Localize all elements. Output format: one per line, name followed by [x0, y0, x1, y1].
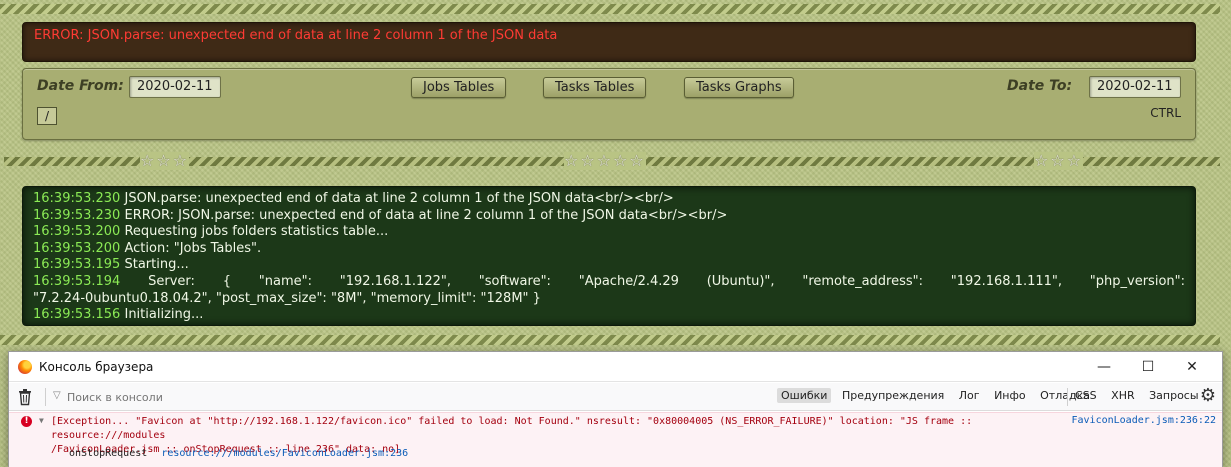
date-to-label: Date To: [1007, 78, 1073, 94]
tasks-tables-button[interactable]: Tasks Tables [543, 77, 647, 98]
date-from-input[interactable]: 2020-02-11 [129, 76, 221, 98]
filter-log[interactable]: Лог [955, 388, 984, 403]
log-text: Server: { "name": "192.168.1.122", "soft… [148, 273, 1185, 289]
console-error-message[interactable]: ! ▼ [Exception... "Favicon at "http://19… [9, 412, 1222, 467]
console-toolbar: ▽ Ошибки Предупреждения Лог Инфо Отладка… [9, 383, 1222, 411]
log-text: "7.2.24-0ubuntu0.18.04.2", "post_max_siz… [33, 290, 541, 306]
filter-requests[interactable]: Запросы [1145, 388, 1202, 403]
filter-info[interactable]: Инфо [990, 388, 1030, 403]
stack-source-link[interactable]: resource:///modules/FaviconLoader.jsm:23… [161, 448, 408, 459]
tasks-graphs-button[interactable]: Tasks Graphs [684, 77, 794, 98]
error-source-link[interactable]: FaviconLoader.jsm:236:22 [1072, 415, 1217, 426]
log-timestamp: 16:39:53.230 [33, 207, 121, 223]
log-level-filters: Ошибки Предупреждения Лог Инфо Отладка [777, 388, 1097, 403]
expand-triangle-icon[interactable]: ▼ [39, 416, 44, 425]
top-decor-strip [0, 4, 1220, 14]
log-line: 16:39:53.200 Requesting jobs folders sta… [33, 224, 1185, 241]
log-line-server-cont: "7.2.24-0ubuntu0.18.04.2", "post_max_siz… [33, 291, 1185, 308]
error-icon: ! [21, 416, 32, 427]
stack-frame: onStopRequest resource:///modules/Favico… [69, 447, 408, 461]
log-timestamp: 16:39:53.156 [33, 307, 121, 323]
request-filters: CSS XHR Запросы [1071, 388, 1206, 403]
close-button[interactable]: ✕ [1170, 352, 1214, 382]
log-timestamp: 16:39:53.200 [33, 224, 121, 240]
filter-errors[interactable]: Ошибки [777, 388, 832, 403]
log-timestamp: 16:39:53.200 [33, 240, 121, 256]
stack-function-name: onStopRequest [69, 448, 148, 459]
log-panel: 16:39:53.230 JSON.parse: unexpected end … [22, 186, 1196, 326]
log-line: 16:39:53.200 Action: "Jobs Tables". [33, 241, 1185, 258]
log-text: Initializing... [124, 307, 204, 323]
log-line: 16:39:53.156 Initializing... [33, 307, 1185, 324]
log-timestamp: 16:39:53.195 [33, 257, 121, 273]
log-text: Requesting jobs folders statistics table… [124, 224, 389, 240]
log-timestamp: 16:39:53.230 [33, 191, 121, 206]
jobs-tables-button[interactable]: Jobs Tables [411, 77, 507, 98]
stars-center: ☆☆☆☆☆ [564, 151, 646, 170]
console-titlebar: Консоль браузера — ☐ ✕ [9, 352, 1222, 382]
toolbar-divider [1067, 388, 1068, 406]
ctrl-label: CTRL [1150, 106, 1181, 120]
date-from-label: Date From: [37, 78, 124, 94]
log-text: JSON.parse: unexpected end of data at li… [124, 191, 674, 206]
control-panel: Date From: 2020-02-11 Jobs Tables Tasks … [22, 68, 1196, 140]
gear-icon[interactable]: ⚙ [1200, 385, 1216, 406]
date-to-input[interactable]: 2020-02-11 [1089, 76, 1181, 98]
log-line: 16:39:53.230 ERROR: JSON.parse: unexpect… [33, 208, 1185, 225]
slash-toggle[interactable]: / [37, 107, 57, 125]
filter-css[interactable]: CSS [1071, 388, 1101, 403]
minimize-button[interactable]: — [1082, 352, 1126, 382]
browser-console-window: Консоль браузера — ☐ ✕ ▽ Ошибки Предупре… [8, 351, 1223, 467]
stars-right: ☆☆☆ [1034, 151, 1084, 170]
log-line: 16:39:53.230 JSON.parse: unexpected end … [33, 191, 1185, 208]
log-line-server: 16:39:53.194 Server: { "name": "192.168.… [33, 274, 1185, 291]
console-filter-input[interactable] [53, 388, 303, 406]
log-text: Starting... [124, 257, 189, 273]
trash-icon[interactable] [17, 388, 33, 406]
stars-left: ☆☆☆ [140, 151, 190, 170]
bottom-decor-strip [0, 335, 1220, 345]
log-line: 16:39:53.195 Starting... [33, 257, 1185, 274]
firefox-icon [18, 360, 32, 374]
maximize-button[interactable]: ☐ [1126, 352, 1170, 382]
error-banner: ERROR: JSON.parse: unexpected end of dat… [22, 22, 1196, 62]
filter-warnings[interactable]: Предупреждения [838, 388, 948, 403]
log-text: Action: "Jobs Tables". [124, 240, 262, 256]
log-timestamp: 16:39:53.194 [33, 273, 121, 289]
star-separator: ☆☆☆ ☆☆☆☆☆ ☆☆☆ [4, 152, 1220, 172]
log-text: ERROR: JSON.parse: unexpected end of dat… [124, 207, 728, 223]
filter-xhr[interactable]: XHR [1107, 388, 1138, 403]
toolbar-divider [45, 388, 46, 406]
console-title: Консоль браузера [39, 360, 154, 374]
error-banner-text: ERROR: JSON.parse: unexpected end of dat… [34, 28, 558, 43]
error-line-1: [Exception... "Favicon at "http://192.16… [51, 416, 973, 441]
